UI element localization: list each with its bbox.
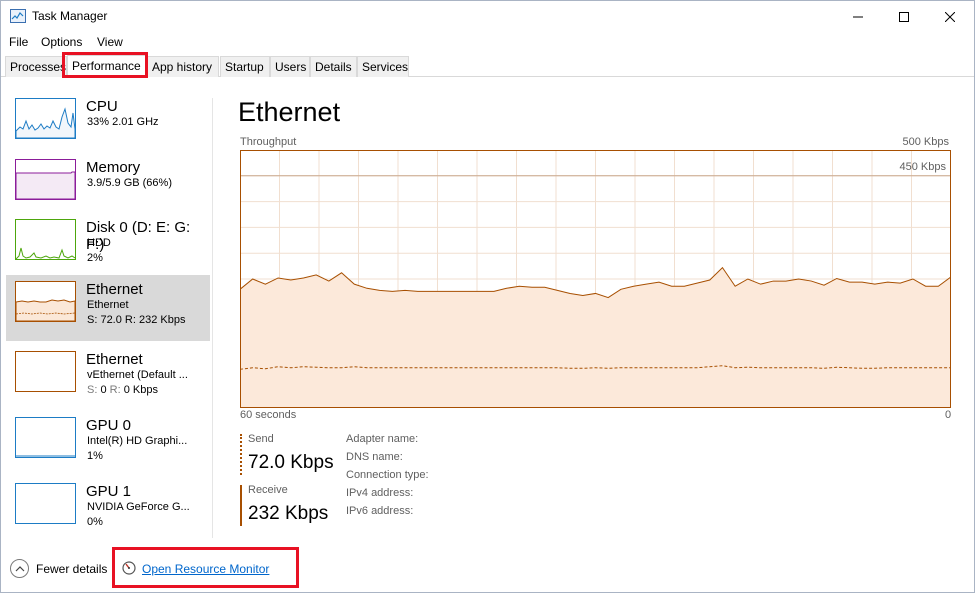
ethernet-thumbnail-graph	[15, 281, 76, 322]
menu-bar: File Options View	[1, 33, 974, 51]
close-button[interactable]	[927, 1, 973, 32]
sidebar-subtitle: HDD	[87, 237, 111, 249]
tab-processes[interactable]: Processes	[5, 56, 67, 77]
sidebar-subtitle: Intel(R) HD Graphi...	[87, 435, 188, 447]
vethernet-thumbnail-graph	[15, 351, 76, 392]
tab-details[interactable]: Details	[310, 56, 357, 77]
sidebar-title: Ethernet	[86, 281, 143, 298]
tab-services[interactable]: Services	[357, 56, 409, 77]
title-bar[interactable]: Task Manager	[1, 1, 974, 32]
fewer-details-button[interactable]	[10, 559, 29, 578]
open-resource-monitor-link[interactable]: Open Resource Monitor	[142, 562, 269, 576]
sidebar-title: GPU 0	[86, 417, 132, 434]
minimize-icon	[853, 16, 863, 17]
receive-value: 232 Kbps	[248, 503, 329, 524]
send-label: Send	[248, 433, 274, 445]
receive-label-short: R:	[109, 384, 121, 396]
gpu1-thumbnail-graph	[15, 483, 76, 524]
tab-users[interactable]: Users	[270, 56, 310, 77]
sidebar-value: 1%	[87, 450, 103, 462]
tab-app-history[interactable]: App history	[147, 56, 219, 77]
chevron-up-icon	[15, 565, 24, 571]
sidebar-value: 0%	[87, 516, 103, 528]
sidebar-subtitle: 33% 2.01 GHz	[87, 116, 159, 128]
sidebar-item-ethernet[interactable]: Ethernet Ethernet S: 72.0 R: 232 Kbps	[6, 275, 210, 341]
send-legend-bar	[240, 434, 242, 475]
sidebar-title: Memory	[86, 159, 141, 176]
maximize-icon	[899, 11, 909, 22]
connection-type-label: Connection type:	[346, 469, 429, 481]
sidebar-item-cpu[interactable]: CPU 33% 2.01 GHz	[6, 92, 210, 158]
send-value-short: 0	[100, 384, 107, 396]
sidebar-title: GPU 1	[86, 483, 132, 500]
scale-line-label: 450 Kbps	[900, 161, 947, 173]
receive-value-short: 0 Kbps	[123, 384, 158, 396]
fewer-details-label[interactable]: Fewer details	[36, 562, 107, 576]
adapter-name-label: Adapter name:	[346, 433, 419, 445]
maximize-button[interactable]	[881, 1, 927, 32]
ipv4-address-label: IPv4 address:	[346, 487, 414, 499]
sidebar-title: CPU	[86, 98, 118, 115]
send-label-short: S:	[87, 384, 98, 396]
gpu0-thumbnail-graph	[15, 417, 76, 458]
sidebar-value: S: 0 R: 0 Kbps	[87, 384, 158, 396]
sidebar-subtitle: Ethernet	[87, 299, 129, 311]
sidebar-item-gpu0[interactable]: GPU 0 Intel(R) HD Graphi... 1%	[6, 411, 210, 477]
ipv6-address-label: IPv6 address:	[346, 505, 414, 517]
close-icon	[945, 11, 955, 22]
graph-label: Throughput	[240, 136, 297, 148]
sidebar-item-vethernet[interactable]: Ethernet vEthernet (Default ... S: 0 R: …	[6, 345, 210, 411]
menu-file[interactable]: File	[9, 35, 28, 49]
sidebar-subtitle: vEthernet (Default ...	[87, 369, 188, 381]
menu-options[interactable]: Options	[41, 35, 82, 49]
sidebar-item-gpu1[interactable]: GPU 1 NVIDIA GeForce G... 0%	[6, 477, 210, 543]
receive-label: Receive	[248, 484, 288, 496]
resource-sidebar: CPU 33% 2.01 GHz Memory 3.9/5.9 GB (66%)…	[6, 92, 211, 538]
window-title: Task Manager	[32, 9, 108, 23]
graph-x-left-label: 60 seconds	[240, 409, 297, 421]
tab-startup[interactable]: Startup	[220, 56, 270, 77]
receive-legend-bar	[240, 485, 242, 526]
menu-view[interactable]: View	[97, 35, 123, 49]
page-title: Ethernet	[238, 97, 341, 127]
send-value: 72.0 Kbps	[248, 452, 334, 473]
cpu-thumbnail-graph	[15, 98, 76, 139]
graph-x-right-label: 0	[945, 409, 952, 421]
sidebar-item-disk[interactable]: Disk 0 (D: E: G: F:) HDD 2%	[6, 213, 210, 279]
resource-monitor-icon	[122, 561, 136, 575]
dns-name-label: DNS name:	[346, 451, 403, 463]
tab-performance[interactable]: Performance	[67, 55, 147, 78]
sidebar-divider	[212, 98, 213, 538]
graph-max-label: 500 Kbps	[902, 136, 949, 148]
sidebar-item-memory[interactable]: Memory 3.9/5.9 GB (66%)	[6, 153, 210, 219]
sidebar-subtitle: NVIDIA GeForce G...	[87, 501, 190, 513]
tab-bar: Processes Performance App history Startu…	[1, 54, 974, 78]
task-manager-icon	[10, 9, 26, 23]
sidebar-title: Ethernet	[86, 351, 143, 368]
sidebar-value: 2%	[87, 252, 103, 264]
disk-thumbnail-graph	[15, 219, 76, 260]
sidebar-subtitle: 3.9/5.9 GB (66%)	[87, 177, 172, 189]
minimize-button[interactable]	[835, 1, 881, 32]
sidebar-value: S: 72.0 R: 232 Kbps	[87, 314, 186, 326]
memory-thumbnail-graph	[15, 159, 76, 200]
throughput-graph: 450 Kbps	[240, 150, 951, 408]
task-manager-window: Task Manager File Options View Processes…	[0, 0, 975, 593]
